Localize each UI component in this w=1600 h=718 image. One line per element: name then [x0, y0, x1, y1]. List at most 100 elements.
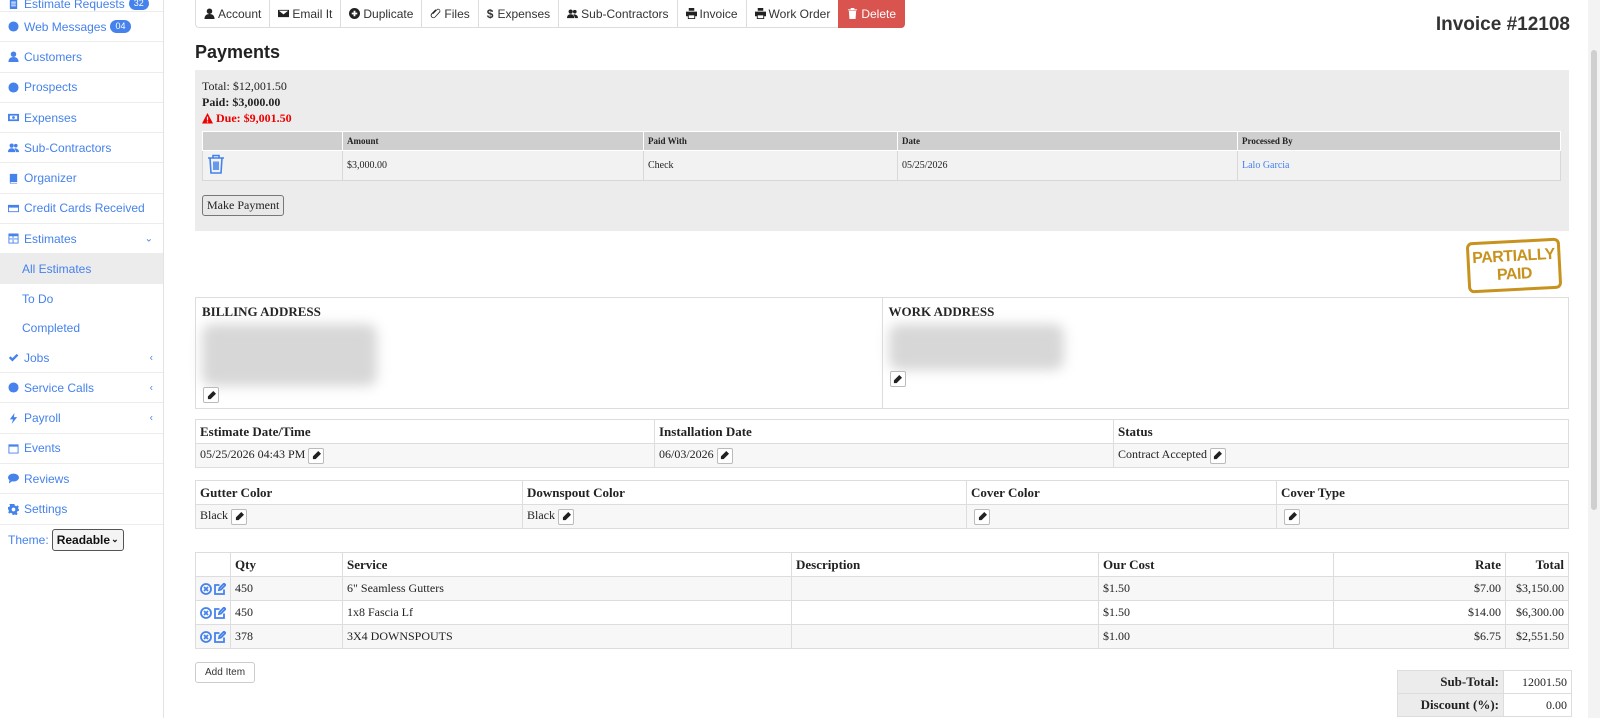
- table-header: Qty: [230, 552, 343, 577]
- table-header: Status: [1113, 419, 1569, 444]
- sidebar-item-label: Prospects: [24, 80, 78, 95]
- sidebar-item-label: Estimate Requests: [24, 0, 125, 11]
- subtotal-value: 12001.50: [1503, 670, 1572, 694]
- email-button[interactable]: Email It: [269, 0, 342, 28]
- table-header: Paid With: [643, 131, 898, 151]
- sidebar-item-label: Jobs: [24, 350, 50, 365]
- files-button-label: Files: [444, 6, 470, 21]
- sidebar-item-estimates[interactable]: Estimates ⌄: [0, 224, 163, 255]
- pencil-icon: [721, 451, 730, 460]
- add-item-button[interactable]: Add Item: [195, 662, 256, 683]
- duplicate-button[interactable]: Duplicate: [340, 0, 423, 28]
- user-icon: [8, 51, 19, 63]
- book-icon: [8, 173, 19, 184]
- edit-downspout-color-button[interactable]: [558, 508, 574, 525]
- remove-circle-icon[interactable]: [200, 606, 212, 619]
- item-rate: $7.00: [1333, 576, 1506, 601]
- invoice-button-label: Invoice: [699, 6, 738, 21]
- table-header: Cover Type: [1276, 480, 1569, 505]
- payment-total: Total: $12,001.50: [202, 79, 287, 93]
- count-badge: 04: [110, 20, 131, 34]
- sidebar-item-events[interactable]: Events: [0, 434, 163, 465]
- expenses-button[interactable]: $ Expenses: [477, 0, 560, 28]
- chevron-left-icon: ‹: [149, 382, 153, 394]
- invoice-button[interactable]: Invoice: [676, 0, 747, 28]
- sidebar-item-label: Customers: [24, 49, 83, 64]
- sidebar-item-payroll[interactable]: Payroll ‹: [0, 403, 163, 434]
- sidebar-item-estimate-requests[interactable]: Estimate Requests 32: [0, 0, 163, 12]
- sidebar-item-customers[interactable]: Customers: [0, 42, 163, 73]
- table-icon: [8, 233, 19, 244]
- warning-icon: [202, 112, 213, 124]
- work-order-button[interactable]: Work Order: [745, 0, 840, 28]
- payment-method: Check: [643, 150, 898, 181]
- table-header: Description: [791, 552, 1099, 577]
- sidebar-item-prospects[interactable]: Prospects: [0, 73, 163, 103]
- discount-label: Discount (%):: [1397, 693, 1504, 717]
- table-row: 378 3X4 DOWNSPOUTS $1.00 $6.75 $2,551.50: [195, 624, 1569, 649]
- page-scrollbar[interactable]: [1588, 0, 1600, 718]
- sub-contractors-button[interactable]: Sub-Contractors: [558, 0, 678, 28]
- item-service: 3X4 DOWNSPOUTS: [342, 624, 792, 649]
- remove-circle-icon[interactable]: [200, 582, 212, 595]
- pencil-icon: [1288, 512, 1297, 521]
- edit-status-button[interactable]: [1209, 447, 1226, 464]
- sidebar-item-settings[interactable]: Settings: [0, 494, 163, 525]
- account-button-label: Account: [218, 6, 262, 21]
- expenses-button-label: Expenses: [497, 6, 551, 21]
- table-header: Rate: [1333, 552, 1506, 577]
- make-payment-button[interactable]: Make Payment: [202, 195, 285, 216]
- print-icon: [754, 8, 766, 19]
- item-description: [791, 624, 1099, 649]
- sidebar-item-credit-cards[interactable]: Credit Cards Received: [0, 194, 163, 225]
- sidebar-item-label: Service Calls: [24, 380, 95, 395]
- status-cell: Contract Accepted: [1113, 443, 1569, 468]
- item-service: 6" Seamless Gutters: [342, 576, 792, 601]
- edit-installation-date-button[interactable]: [716, 447, 733, 464]
- user-icon: [204, 8, 215, 19]
- edit-billing-address-button[interactable]: [203, 387, 219, 403]
- table-header: Our Cost: [1098, 552, 1334, 577]
- payment-date: 05/25/2026: [897, 150, 1238, 181]
- sidebar-item-jobs[interactable]: Jobs ‹: [0, 343, 163, 374]
- payment-paid: Paid: $3,000.00: [202, 95, 281, 109]
- theme-row: Theme: Readable ⌄: [0, 525, 163, 555]
- sidebar-item-label: Reviews: [24, 471, 70, 486]
- theme-select[interactable]: Readable ⌄: [51, 528, 124, 551]
- edit-estimate-date-button[interactable]: [308, 447, 325, 464]
- sidebar-item-expenses[interactable]: Expenses: [0, 103, 163, 134]
- status-value: Contract Accepted: [1118, 447, 1207, 462]
- paperclip-icon: [431, 8, 441, 19]
- pencil-icon: [312, 451, 321, 460]
- sidebar-item-label: Expenses: [24, 110, 77, 125]
- files-button[interactable]: Files: [421, 0, 479, 28]
- account-button[interactable]: Account: [195, 0, 271, 28]
- gutter-color-cell: Black: [195, 504, 523, 529]
- edit-square-icon[interactable]: [214, 630, 226, 643]
- sidebar-subitem-completed[interactable]: Completed: [0, 313, 163, 343]
- sidebar-item-sub-contractors[interactable]: Sub-Contractors: [0, 133, 163, 164]
- table-header: Installation Date: [654, 419, 1114, 444]
- edit-square-icon[interactable]: [214, 606, 226, 619]
- sidebar-item-service-calls[interactable]: Service Calls ‹: [0, 373, 163, 404]
- installation-date-cell: 06/03/2026: [654, 443, 1114, 468]
- edit-square-icon[interactable]: [214, 582, 226, 595]
- chevron-left-icon: ‹: [149, 412, 153, 424]
- edit-cover-color-button[interactable]: [974, 508, 990, 525]
- edit-work-address-button[interactable]: [889, 371, 906, 387]
- edit-cover-type-button[interactable]: [1284, 508, 1300, 525]
- scrollbar-thumb[interactable]: [1591, 50, 1597, 510]
- gutter-color: Black: [200, 508, 228, 523]
- remove-circle-icon[interactable]: [200, 630, 212, 643]
- item-qty: 450: [230, 600, 343, 625]
- sidebar-subitem-all-estimates[interactable]: All Estimates: [0, 254, 163, 284]
- sidebar-item-label: Web Messages: [24, 19, 107, 34]
- sidebar-item-organizer[interactable]: Organizer: [0, 163, 163, 194]
- sidebar-subitem-to-do[interactable]: To Do: [0, 284, 163, 314]
- delete-button[interactable]: Delete: [838, 0, 906, 28]
- sidebar-item-reviews[interactable]: Reviews: [0, 464, 163, 495]
- processed-by-link[interactable]: Lalo Garcia: [1242, 160, 1289, 171]
- sidebar-item-web-messages[interactable]: Web Messages 04: [0, 12, 163, 43]
- edit-gutter-color-button[interactable]: [231, 508, 247, 525]
- delete-payment-button[interactable]: [202, 150, 343, 181]
